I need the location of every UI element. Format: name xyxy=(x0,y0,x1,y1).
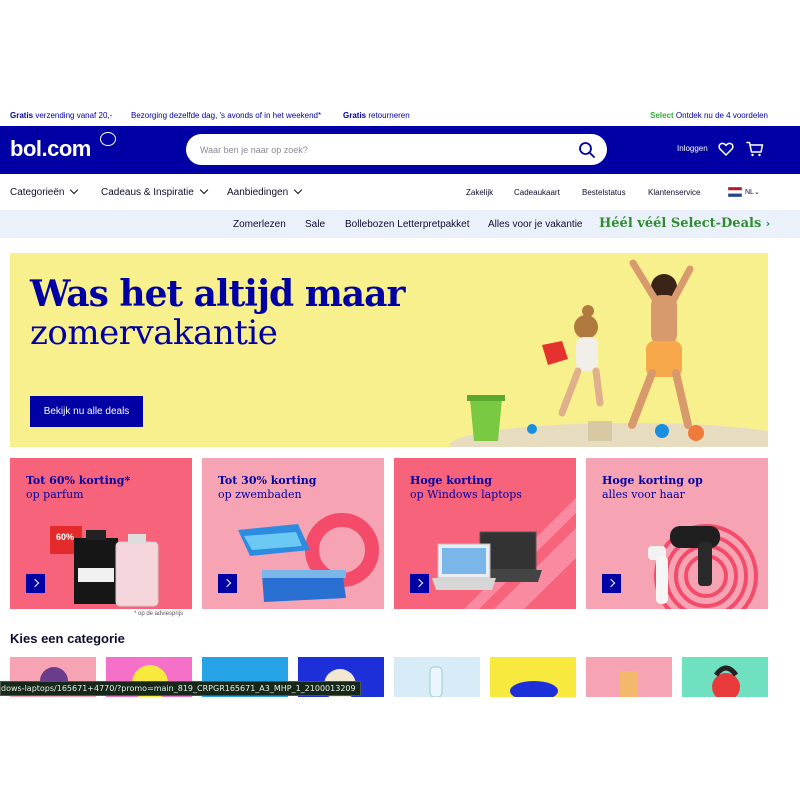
subnav-item-vakantie[interactable]: Alles voor je vakantie xyxy=(488,219,583,230)
category-tile[interactable] xyxy=(682,657,768,697)
subnav-item-sale[interactable]: Sale xyxy=(305,219,325,230)
chevron-down-icon: ⌄ xyxy=(753,189,760,196)
browser-status-url: dows-laptops/165671+4770/?promo=main_819… xyxy=(0,681,361,696)
promo-tile-laptops[interactable]: Hoge korting op Windows laptops xyxy=(394,458,576,609)
select-deals-label: Héél véél Select-Deals xyxy=(599,216,762,231)
cart-icon xyxy=(746,141,764,157)
promo-tile-haar[interactable]: Hoge korting op alles voor haar xyxy=(586,458,768,609)
chevron-down-icon xyxy=(70,185,79,195)
usp-returns-bold: Gratis xyxy=(343,111,367,120)
usp-select-bold: Select xyxy=(650,111,674,120)
nav-business[interactable]: Zakelijk xyxy=(466,188,493,197)
usp-shipping[interactable]: Gratis verzending vanaf 20,- xyxy=(10,111,112,120)
nav-categories-label: Categorieën xyxy=(10,187,65,198)
nav-gifts[interactable]: Cadeaus & Inspiratie xyxy=(101,185,209,198)
subnav-item-zomerlezen[interactable]: Zomerlezen xyxy=(233,219,286,230)
tile-subtitle: alles voor haar xyxy=(602,488,685,501)
logo[interactable]: bol.com xyxy=(10,136,91,162)
search-button[interactable] xyxy=(577,140,597,160)
main-nav: Categorieën Cadeaus & Inspiratie Aanbied… xyxy=(0,174,800,210)
category-image xyxy=(510,681,558,697)
wishlist-button[interactable] xyxy=(718,141,734,157)
nav-giftcard[interactable]: Cadeaukaart xyxy=(514,188,560,197)
discount-badge: 60% xyxy=(56,532,74,542)
chevron-down-icon xyxy=(199,185,209,195)
nav-gifts-label: Cadeaus & Inspiratie xyxy=(101,187,194,198)
category-image xyxy=(620,671,638,697)
category-tile[interactable] xyxy=(586,657,672,697)
page: Gratis verzending vanaf 20,- Bezorging d… xyxy=(0,0,800,800)
hero-title: Was het altijd maar xyxy=(30,273,405,315)
language-selector[interactable]: NL⌄ xyxy=(745,188,760,196)
tile-subtitle: op Windows laptops xyxy=(410,488,522,501)
tile-subtitle: op parfum xyxy=(26,488,84,501)
logo-smile-icon xyxy=(100,132,116,146)
category-tile[interactable] xyxy=(394,657,480,697)
usp-returns[interactable]: Gratis retourneren xyxy=(343,111,410,120)
usp-select-text: Ontdek nu de 4 voordelen xyxy=(673,111,768,120)
hero-kids-beach-image xyxy=(450,259,768,447)
usp-returns-text: retourneren xyxy=(366,111,410,120)
tile-title: Hoge korting xyxy=(410,474,492,487)
nav-order-status[interactable]: Bestelstatus xyxy=(582,188,626,197)
tile-subtitle: op zwembaden xyxy=(218,488,302,501)
heart-icon xyxy=(718,142,734,156)
tile-arrow-button[interactable] xyxy=(218,574,237,593)
select-deals-link[interactable]: Héél véél Select-Deals › xyxy=(599,216,770,231)
tile-arrow-button[interactable] xyxy=(410,574,429,593)
chevron-right-icon: › xyxy=(765,217,771,230)
search-input[interactable] xyxy=(200,141,560,158)
price-footnote: * op de adviesprijs xyxy=(134,611,184,617)
category-image xyxy=(712,665,740,697)
login-link[interactable]: Inloggen xyxy=(677,144,708,153)
sub-nav: Zomerlezen Sale Bollebozen Letterpretpak… xyxy=(0,210,800,238)
category-tile[interactable] xyxy=(490,657,576,697)
nav-customer-service[interactable]: Klantenservice xyxy=(648,188,700,197)
usp-shipping-text: verzending vanaf 20,- xyxy=(33,111,113,120)
header: bol.com Inloggen xyxy=(0,126,800,174)
nav-offers[interactable]: Aanbiedingen xyxy=(227,185,303,198)
hero-subtitle: zomervakantie xyxy=(30,313,278,353)
language-label: NL xyxy=(745,189,754,196)
usp-bar: Gratis verzending vanaf 20,- Bezorging d… xyxy=(0,108,800,124)
usp-select[interactable]: Select Ontdek nu de 4 voordelen xyxy=(650,111,768,120)
nav-categories[interactable]: Categorieën xyxy=(10,185,79,198)
tile-title: Tot 60% korting* xyxy=(26,474,131,487)
promo-tile-parfum[interactable]: 60% Tot 60% korting* op parfum xyxy=(10,458,192,609)
chevron-down-icon xyxy=(293,185,303,195)
hero-banner[interactable]: Was het altijd maar zomervakantie Bekijk… xyxy=(10,253,768,447)
netherlands-flag-icon[interactable] xyxy=(728,187,742,197)
category-image xyxy=(429,666,443,697)
cart-button[interactable] xyxy=(746,141,764,157)
subnav-item-letterpretpakket[interactable]: Bollebozen Letterpretpakket xyxy=(345,219,470,230)
promo-tile-zwembaden[interactable]: Tot 30% korting op zwembaden xyxy=(202,458,384,609)
usp-delivery[interactable]: Bezorging dezelfde dag, 's avonds of in … xyxy=(131,111,321,120)
hero-cta-button[interactable]: Bekijk nu alle deals xyxy=(30,396,143,427)
search-bar xyxy=(186,134,607,165)
usp-shipping-bold: Gratis xyxy=(10,111,34,120)
category-section-title: Kies een categorie xyxy=(10,631,125,646)
search-icon xyxy=(579,142,595,158)
tile-arrow-button[interactable] xyxy=(26,574,45,593)
nav-offers-label: Aanbiedingen xyxy=(227,187,289,198)
tile-title: Hoge korting op xyxy=(602,474,703,487)
tile-title: Tot 30% korting xyxy=(218,474,317,487)
tile-arrow-button[interactable] xyxy=(602,574,621,593)
